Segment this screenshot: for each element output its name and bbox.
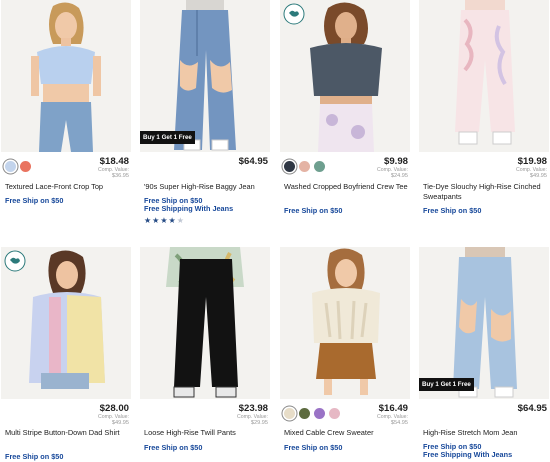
color-swatch[interactable]: [329, 408, 340, 420]
comp-value: $49.95: [529, 173, 547, 179]
star-rating[interactable]: ★★★★★: [144, 216, 185, 225]
comp-value: $29.95: [250, 420, 268, 426]
star-icon: ★: [168, 216, 177, 225]
price: $19.98: [517, 156, 547, 167]
color-swatch[interactable]: [314, 408, 325, 420]
color-swatch[interactable]: [299, 161, 310, 173]
price: $28.00: [99, 403, 129, 414]
product-name[interactable]: Textured Lace-Front Crop Top: [5, 182, 131, 192]
shipping-offer: Free Ship on $50: [5, 452, 64, 461]
price: $16.49: [378, 403, 408, 414]
price-block: $28.00 Comp. Value: $49.95: [98, 403, 129, 427]
shipping-offer: Free Ship on $50: [144, 443, 203, 452]
shipping-offer: Free Ship on $50: [284, 443, 343, 452]
comp-value: $24.95: [390, 173, 408, 179]
product-image[interactable]: [280, 247, 410, 399]
price-block: $23.98 Comp. Value: $29.95: [237, 403, 268, 427]
product-card[interactable]: Buy 1 Get 1 Free $64.95 '90s Super High-…: [140, 0, 270, 240]
price-block: $9.98 Comp. Value: $24.95: [377, 156, 408, 180]
product-card[interactable]: $28.00 Comp. Value: $49.95 Multi Stripe …: [1, 247, 131, 462]
shipping-offer: Free Ship on $50: [5, 196, 64, 205]
comp-value: $36.95: [111, 173, 129, 179]
product-name[interactable]: Tie-Dye Slouchy High-Rise Cinched Sweatp…: [423, 182, 549, 202]
shipping-offer: Free Ship on $50: [423, 206, 482, 215]
color-swatch[interactable]: [284, 408, 295, 420]
color-swatch[interactable]: [20, 161, 31, 173]
color-swatch[interactable]: [284, 161, 295, 173]
price: $64.95: [238, 156, 268, 167]
price-block: $18.48 Comp. Value: $36.95: [98, 156, 129, 180]
shipping-offer: Free Shipping With Jeans: [144, 204, 234, 213]
color-swatches: [284, 405, 344, 420]
color-swatch[interactable]: [314, 161, 325, 173]
product-card[interactable]: $19.98 Comp. Value: $49.95 Tie-Dye Slouc…: [419, 0, 549, 240]
comp-value: $54.95: [390, 420, 408, 426]
product-image[interactable]: Buy 1 Get 1 Free: [140, 0, 270, 152]
product-card[interactable]: Buy 1 Get 1 Free $64.95 High-Rise Stretc…: [419, 247, 549, 462]
product-name[interactable]: '90s Super High-Rise Baggy Jean: [144, 182, 270, 192]
product-image[interactable]: Buy 1 Get 1 Free: [419, 247, 549, 399]
product-name[interactable]: Loose High-Rise Twill Pants: [144, 428, 270, 438]
comp-value: $49.95: [111, 420, 129, 426]
product-image[interactable]: [280, 0, 410, 152]
price-block: $16.49 Comp. Value: $54.95: [377, 403, 408, 427]
product-card[interactable]: $23.98 Comp. Value: $29.95 Loose High-Ri…: [140, 247, 270, 462]
promo-badge: Buy 1 Get 1 Free: [419, 378, 474, 391]
price-block: $19.98 Comp. Value: $49.95: [516, 156, 547, 180]
color-swatch[interactable]: [5, 161, 16, 173]
product-image[interactable]: [1, 247, 131, 399]
price-block: $64.95: [239, 157, 268, 167]
product-image[interactable]: [140, 247, 270, 399]
promo-badge: Buy 1 Get 1 Free: [140, 131, 195, 144]
earth-tag-icon: [283, 3, 305, 25]
star-icon: ★: [176, 216, 185, 225]
price: $9.98: [383, 156, 408, 167]
price: $64.95: [517, 403, 547, 414]
earth-tag-icon: [4, 250, 26, 272]
price-block: $64.95: [518, 404, 547, 414]
product-grid: $18.48 Comp. Value: $36.95 Textured Lace…: [0, 0, 550, 462]
shipping-offer: Free Shipping With Jeans: [423, 450, 513, 459]
product-card[interactable]: $16.49 Comp. Value: $54.95 Mixed Cable C…: [280, 247, 410, 462]
color-swatch[interactable]: [299, 408, 310, 420]
product-name[interactable]: High-Rise Stretch Mom Jean: [423, 428, 549, 438]
shipping-offer: Free Ship on $50: [284, 206, 343, 215]
product-name[interactable]: Multi Stripe Button-Down Dad Shirt: [5, 428, 131, 438]
product-card[interactable]: $18.48 Comp. Value: $36.95 Textured Lace…: [1, 0, 131, 240]
star-icon: ★: [144, 216, 153, 225]
product-name[interactable]: Mixed Cable Crew Sweater: [284, 428, 410, 438]
product-name[interactable]: Washed Cropped Boyfriend Crew Tee: [284, 182, 410, 192]
price: $23.98: [238, 403, 268, 414]
product-card[interactable]: $9.98 Comp. Value: $24.95 Washed Cropped…: [280, 0, 410, 240]
product-image[interactable]: [419, 0, 549, 152]
star-icon: ★: [160, 216, 169, 225]
product-image[interactable]: [1, 0, 131, 152]
color-swatches: [5, 158, 35, 173]
price: $18.48: [99, 156, 129, 167]
color-swatches: [284, 158, 329, 173]
